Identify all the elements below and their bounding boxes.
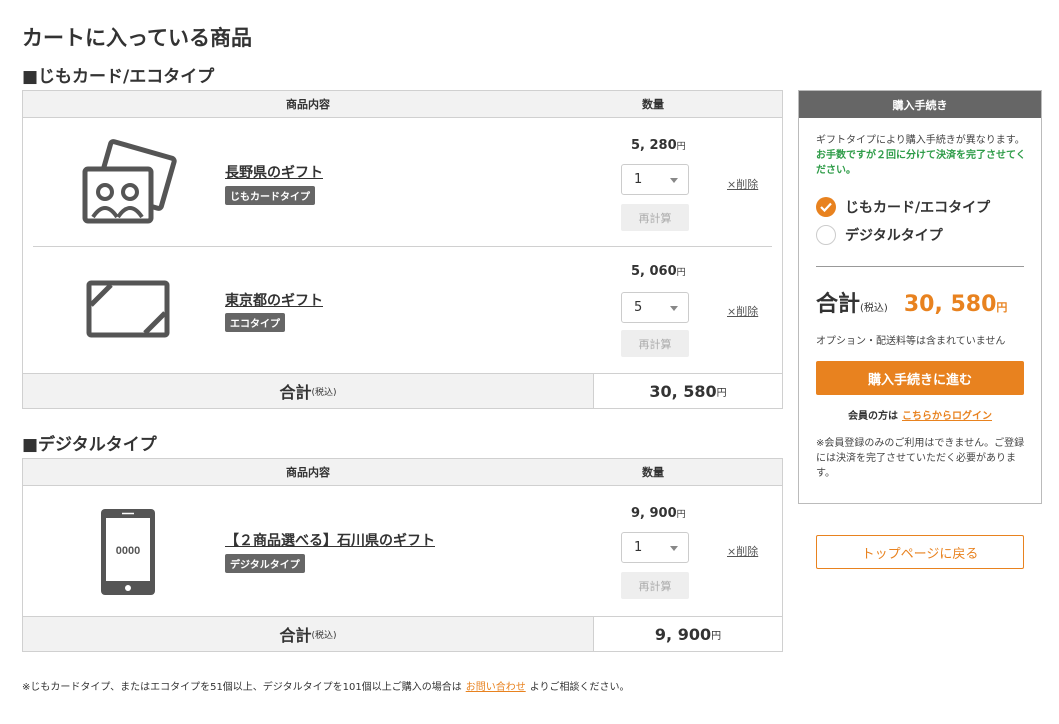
eco-card-icon: [73, 258, 183, 358]
section-title-physical: ■じもカード/エコタイプ: [22, 67, 215, 87]
section-title-digital: ■デジタルタイプ: [22, 435, 157, 455]
cart-item-row: 長野県のギフト じもカードタイプ 5, 280円 1 再計算 ×削除: [23, 118, 782, 246]
total-label: 合計 (税込): [23, 617, 594, 651]
item-name-link[interactable]: 東京都のギフト: [225, 290, 323, 310]
item-price: 5, 280円: [631, 138, 686, 153]
type-badge: じもカードタイプ: [225, 186, 315, 205]
recalc-button[interactable]: 再計算: [621, 204, 689, 231]
cart-table-physical: 商品内容 数量 長野県のギフト じもカードタイプ 5, 280円 1 再計算 ×…: [22, 90, 783, 409]
page-title: カートに入っている商品: [22, 26, 252, 50]
cart-table-digital: 商品内容 数量 0000 【２商品選べる】石川県のギフト デジタルタイプ 9, …: [22, 458, 783, 652]
checkout-panel: 購入手続き ギフトタイプにより購入手続きが異なります。お手数ですが２回に分けて決…: [798, 90, 1042, 504]
chevron-down-icon: [670, 178, 678, 183]
total-label: 合計 (税込): [23, 374, 594, 408]
delete-link[interactable]: ×削除: [727, 543, 758, 559]
item-price: 9, 900円: [631, 506, 686, 521]
sidebar-total: 合計 (税込) 30, 580 円: [816, 292, 1008, 317]
delete-link[interactable]: ×削除: [727, 303, 758, 319]
radio-option-physical[interactable]: じもカード/エコタイプ: [816, 197, 990, 217]
item-name-link[interactable]: 【２商品選べる】石川県のギフト: [225, 530, 435, 550]
checkout-note: ギフトタイプにより購入手続きが異なります。お手数ですが２回に分けて決済を完了させ…: [816, 135, 1026, 176]
column-header-item: 商品内容: [286, 98, 330, 111]
radio-label: デジタルタイプ: [845, 228, 943, 244]
login-link[interactable]: こちらからログイン: [902, 411, 992, 422]
radio-empty-icon: [816, 225, 836, 245]
smartphone-icon: 0000: [73, 501, 183, 601]
chevron-down-icon: [670, 546, 678, 551]
cart-total-row: 合計 (税込) 30, 580 円: [23, 373, 782, 408]
total-value: 30, 580 円: [649, 381, 727, 401]
quantity-select[interactable]: 1: [621, 532, 689, 563]
cart-item-row: 0000 【２商品選べる】石川県のギフト デジタルタイプ 9, 900円 1 再…: [23, 486, 782, 616]
proceed-button[interactable]: 購入手続きに進む: [816, 361, 1024, 395]
table-header: 商品内容 数量: [23, 459, 782, 486]
device-screen-text: 0000: [116, 545, 140, 557]
recalc-button[interactable]: 再計算: [621, 330, 689, 357]
delete-link[interactable]: ×削除: [727, 176, 758, 192]
column-header-qty: 数量: [642, 466, 664, 479]
photo-card-icon: [73, 132, 183, 232]
footnote: ※じもカードタイプ、またはエコタイプを51個以上、デジタルタイプを101個以上ご…: [22, 682, 630, 693]
cart-item-row: 東京都のギフト エコタイプ 5, 060円 5 再計算 ×削除: [23, 246, 782, 373]
check-icon: [816, 197, 836, 217]
chevron-down-icon: [670, 306, 678, 311]
column-header-qty: 数量: [642, 98, 664, 111]
option-note: オプション・配送料等は含まれていません: [816, 336, 1006, 347]
contact-link[interactable]: お問い合わせ: [466, 682, 526, 693]
recalc-button[interactable]: 再計算: [621, 572, 689, 599]
divider: [816, 266, 1024, 267]
type-badge: エコタイプ: [225, 313, 285, 332]
checkout-panel-heading: 購入手続き: [799, 91, 1041, 118]
top-page-button[interactable]: トップページに戻る: [816, 535, 1024, 569]
item-price: 5, 060円: [631, 264, 686, 279]
quantity-select[interactable]: 5: [621, 292, 689, 323]
column-header-item: 商品内容: [286, 466, 330, 479]
type-badge: デジタルタイプ: [225, 554, 305, 573]
cart-total-row: 合計 (税込) 9, 900 円: [23, 616, 782, 651]
quantity-select[interactable]: 1: [621, 164, 689, 195]
radio-option-digital[interactable]: デジタルタイプ: [816, 225, 943, 245]
table-header: 商品内容 数量: [23, 91, 782, 118]
member-warning: ※会員登録のみのご利用はできません。ご登録には決済を完了させていただく必要があり…: [816, 438, 1025, 479]
member-login-row: 会員の方は こちらからログイン: [848, 411, 992, 422]
total-value: 9, 900 円: [654, 624, 722, 644]
item-name-link[interactable]: 長野県のギフト: [225, 162, 323, 182]
radio-label: じもカード/エコタイプ: [845, 200, 991, 216]
